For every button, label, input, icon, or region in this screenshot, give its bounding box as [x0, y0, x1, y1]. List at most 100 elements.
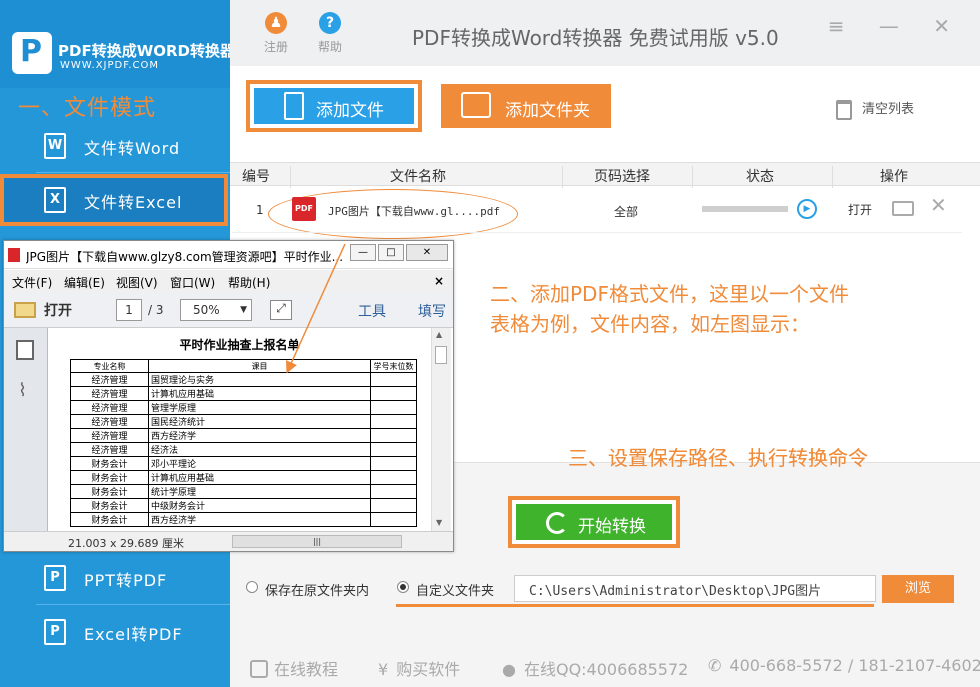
viewer-horizontal-scrollbar[interactable]: ||| [232, 535, 402, 548]
viewer-close-icon[interactable]: ✕ [406, 244, 448, 261]
viewer-window-controls: — □ ✕ [350, 244, 450, 261]
clear-list-button[interactable]: 清空列表 [836, 98, 914, 120]
radio-save-original[interactable] [246, 581, 258, 593]
doc-title: 平时作业抽查上报名单 [179, 338, 300, 352]
folder-icon[interactable] [892, 201, 914, 216]
close-icon[interactable]: ✕ [933, 14, 950, 38]
path-highlight-underline [396, 604, 874, 607]
doc-col-student-id: 学号末位数 [370, 358, 417, 374]
pages-icon[interactable] [16, 340, 34, 360]
start-convert-button[interactable]: 开始转换 [516, 504, 672, 540]
footer: 在线教程 ¥ 购买软件 ● 在线QQ:4006685572 ✆ 400-668-557… [230, 646, 980, 687]
scrollbar-thumb[interactable] [435, 346, 447, 364]
viewer-menu-bar: 文件(F) 编辑(E) 视图(V) 窗口(W) 帮助(H) × [4, 270, 453, 292]
start-convert-label: 开始转换 [578, 517, 646, 537]
viewer-open-button[interactable]: 打开 [14, 300, 72, 320]
radio-save-custom-label[interactable]: 自定义文件夹 [416, 580, 494, 599]
divider [36, 172, 230, 173]
minimize-icon[interactable]: — [879, 14, 899, 38]
viewer-maximize-icon[interactable]: □ [378, 244, 404, 261]
mode-title-annotation: 一、文件模式 [18, 96, 157, 121]
doc-table-row: 经济管理 管理学原理 [70, 400, 417, 416]
browse-button[interactable]: 浏览 [882, 575, 954, 603]
logo-subtitle: WWW.XJPDF.COM [60, 60, 160, 71]
user-icon: ♟ [265, 12, 287, 34]
help-button[interactable]: ? 帮助 [310, 12, 350, 55]
viewer-menu-window[interactable]: 窗口(W) [170, 274, 215, 291]
viewer-fill-button[interactable]: 填写 [418, 301, 446, 321]
viewer-menu-edit[interactable]: 编辑(E) [64, 274, 105, 291]
viewer-tools-button[interactable]: 工具 [358, 301, 386, 321]
attachment-icon[interactable]: ⌇ [18, 380, 27, 401]
add-folder-label: 添加文件夹 [505, 101, 590, 121]
pdf-file-icon: P [44, 619, 66, 645]
online-tutorial-link[interactable]: 在线教程 [250, 656, 338, 680]
row-pages[interactable]: 全部 [614, 203, 638, 220]
add-folder-button[interactable]: 添加文件夹 [441, 84, 611, 128]
viewer-menu-view[interactable]: 视图(V) [116, 274, 158, 291]
sidebar-item-file-to-word[interactable]: W 文件转Word [0, 120, 230, 172]
doc-cell-student-id [370, 470, 417, 486]
doc-cell-student-id [370, 498, 417, 514]
doc-col-course: 课目 [148, 358, 371, 374]
remove-icon[interactable]: ✕ [930, 193, 947, 217]
sidebar-item-file-to-excel[interactable]: X 文件转Excel [0, 174, 228, 226]
menu-icon[interactable]: ≡ [828, 14, 845, 38]
clear-list-label: 清空列表 [862, 102, 915, 117]
col-status: 状态 [746, 169, 774, 185]
row-open-link[interactable]: 打开 [848, 201, 872, 218]
viewer-zoom-select[interactable]: 50% ▼ [180, 299, 252, 321]
radio-save-original-label[interactable]: 保存在原文件夹内 [265, 580, 369, 599]
register-label: 注册 [263, 40, 288, 54]
sidebar-item-ppt-to-pdf[interactable]: P PPT转PDF [0, 552, 230, 604]
play-icon[interactable]: ▶ [797, 199, 817, 219]
pdf-file-icon: P [44, 565, 66, 591]
annotation-step2-line2: 表格为例，文件内容，如左图显示： [490, 312, 810, 336]
viewer-vertical-scrollbar[interactable]: ▲ ▼ [431, 328, 451, 532]
doc-cell-major: 经济管理 [70, 400, 149, 416]
pdf-file-icon [8, 248, 20, 262]
viewer-menu-close-icon[interactable]: × [434, 274, 444, 288]
logo-title: PDF转换成WORD转换器 [58, 42, 230, 60]
doc-cell-major: 财务会计 [70, 498, 149, 514]
doc-cell-major: 财务会计 [70, 456, 149, 472]
divider [36, 604, 230, 605]
app-title: PDF转换成Word转换器 免费试用版 v5.0 [412, 26, 779, 50]
doc-cell-major: 财务会计 [70, 470, 149, 486]
add-file-button[interactable]: 添加文件 [254, 88, 414, 124]
register-button[interactable]: ♟ 注册 [256, 12, 296, 55]
doc-cell-student-id [370, 428, 417, 444]
trash-icon [836, 99, 852, 120]
doc-table-row: 经济管理 西方经济学 [70, 428, 417, 444]
viewer-menu-help[interactable]: 帮助(H) [228, 274, 270, 291]
sidebar-item-excel-to-pdf[interactable]: P Excel转PDF [0, 606, 230, 658]
viewer-zoom-value: 50% [193, 303, 220, 317]
annotation-step2-line1: 二、添加PDF格式文件，这里以一个文件 [490, 282, 849, 306]
logo-area: P PDF转换成WORD转换器 WWW.XJPDF.COM [0, 0, 230, 88]
doc-cell-course: 西方经济学 [148, 428, 371, 444]
online-qq-link[interactable]: ● 在线QQ:4006685572 [502, 656, 688, 680]
doc-cell-course: 国贸理论与实务 [148, 372, 371, 388]
viewer-page-input[interactable]: 1 [116, 299, 142, 321]
viewer-menu-file[interactable]: 文件(F) [12, 274, 52, 291]
viewer-title: JPG图片【下载自www.glzy8.com管理资源吧】平时作业... [26, 250, 344, 264]
row-index: 1 [256, 203, 264, 217]
doc-cell-course: 经济法 [148, 442, 371, 458]
doc-cell-major: 经济管理 [70, 442, 149, 458]
doc-cell-course: 国民经济统计 [148, 414, 371, 430]
help-label: 帮助 [317, 40, 342, 54]
save-path-input[interactable]: C:\Users\Administrator\Desktop\JPG图片 [514, 575, 876, 602]
table-row[interactable]: 1 PDF JPG图片【下载自www.gl....pdf 全部 ▶ 打开 ✕ [230, 187, 980, 239]
scroll-down-icon[interactable]: ▼ [436, 518, 442, 527]
fit-page-icon[interactable]: ⤢ [270, 300, 292, 320]
scroll-up-icon[interactable]: ▲ [436, 330, 442, 339]
viewer-minimize-icon[interactable]: — [350, 244, 376, 261]
doc-table: 专业名称 课目 学号末位数 经济管理 国贸理论与实务 经济管理 计算机应用基础 经济管理… [70, 358, 417, 528]
radio-save-custom[interactable] [397, 581, 409, 593]
doc-table-row: 经济管理 经济法 [70, 442, 417, 458]
phone-label: 400-668-5572 / 181-2107-4602 [729, 656, 980, 675]
doc-cell-major: 财务会计 [70, 484, 149, 500]
excel-icon: X [44, 187, 66, 213]
buy-software-link[interactable]: ¥ 购买软件 [378, 656, 460, 680]
doc-table-row: 财务会计 邓小平理论 [70, 456, 417, 472]
